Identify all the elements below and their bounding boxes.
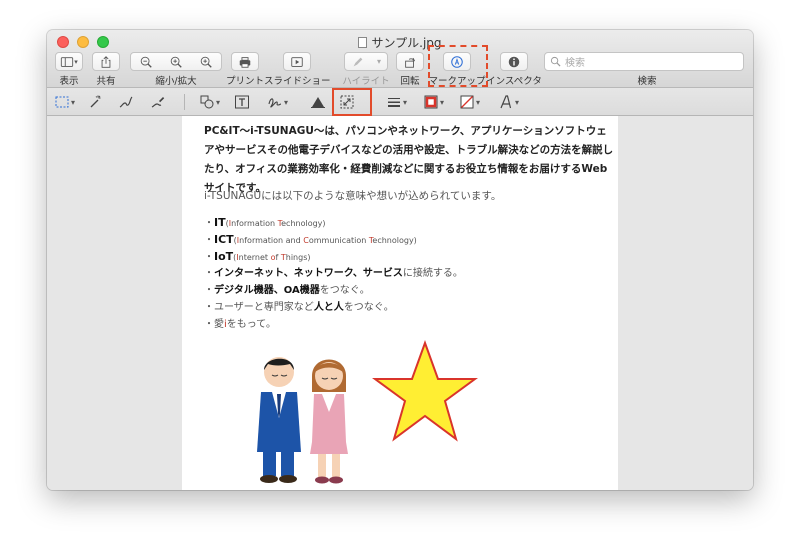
star-shape-annotation[interactable] xyxy=(372,340,478,442)
zoom-out-icon[interactable] xyxy=(139,55,153,69)
play-icon xyxy=(291,56,303,67)
draw-tool[interactable] xyxy=(150,93,166,111)
chevron-down-icon: ▾ xyxy=(284,97,289,107)
list-item: ・IT(Information Technology) xyxy=(204,216,326,229)
zoom-label: 縮小/拡大 xyxy=(155,76,197,87)
adjust-color-icon xyxy=(311,97,325,108)
text-tool[interactable] xyxy=(234,93,250,111)
inspector-label: インスペクタ xyxy=(486,76,542,87)
chevron-down-icon: ▾ xyxy=(376,57,381,66)
list-item: ・ICT(Information and Communication Techn… xyxy=(204,233,417,246)
inspector-button[interactable] xyxy=(500,52,528,71)
slideshow-label: スライドショー xyxy=(264,76,331,87)
chevron-down-icon: ▾ xyxy=(216,97,221,107)
search-label: 検索 xyxy=(637,76,657,87)
text-style-tool[interactable]: ▾ xyxy=(498,93,519,111)
list-item: ・ユーザーと専門家など人と人をつなぐ。 xyxy=(204,302,394,313)
meaning-paragraph: i-TSUNAGUには以下のような意味や想いが込められています。 xyxy=(204,190,502,202)
sketch-icon xyxy=(119,96,133,108)
shapes-icon xyxy=(200,95,214,109)
search-placeholder: 検索 xyxy=(565,58,585,69)
list-item: ・愛iをもって。 xyxy=(204,319,276,330)
search-icon xyxy=(550,56,561,67)
text-style-icon xyxy=(500,95,512,109)
list-item: ・インターネット、ネットワーク、サービスに接続する。 xyxy=(204,268,463,279)
border-color-tool[interactable]: ▾ xyxy=(423,93,444,111)
chevron-down-icon: ▾ xyxy=(74,57,78,66)
file-icon xyxy=(358,37,368,48)
meaning-list: ・IT(Information Technology) ・ICT(Informa… xyxy=(204,214,463,333)
text-box-icon xyxy=(235,95,249,109)
intro-paragraph: PC&IT〜i-TSUNAGU〜は、パソコンやネットワーク、アプリケーションソフ… xyxy=(204,125,614,194)
view-label: 表示 xyxy=(59,76,79,87)
adjust-color-tool[interactable] xyxy=(310,93,326,111)
adjust-size-highlight-box xyxy=(332,88,372,116)
document-viewport[interactable]: PC&IT〜i-TSUNAGU〜は、パソコンやネットワーク、アプリケーションソフ… xyxy=(47,116,753,490)
chevron-down-icon: ▾ xyxy=(515,97,520,107)
magic-wand-icon xyxy=(90,95,101,108)
print-label: プリント xyxy=(225,76,264,87)
printer-icon xyxy=(239,56,251,68)
share-button[interactable] xyxy=(92,52,120,71)
chevron-down-icon: ▾ xyxy=(476,97,481,107)
print-button[interactable] xyxy=(231,52,259,71)
draw-pen-icon xyxy=(151,97,165,108)
instant-alpha-tool[interactable] xyxy=(87,93,103,111)
preview-window: サンプル.jpg ▾ 表示 共有 縮小/拡大 プリント スライドショー ▾ ハイ… xyxy=(47,30,753,490)
chevron-down-icon: ▾ xyxy=(440,97,445,107)
highlighter-icon xyxy=(353,57,363,66)
list-item: ・IoT(Internet of Things) xyxy=(204,250,311,263)
selection-tool[interactable]: ▾ xyxy=(54,93,75,111)
highlight-label: ハイライト xyxy=(342,76,390,87)
sign-tool[interactable]: ▾ xyxy=(267,93,288,111)
share-icon xyxy=(101,55,111,68)
list-item: ・デジタル機器、OA機器をつなぐ。 xyxy=(204,285,370,296)
search-field[interactable]: 検索 xyxy=(544,52,744,71)
zoom-button-group xyxy=(130,52,222,71)
view-button[interactable]: ▾ xyxy=(55,52,83,71)
border-color-icon xyxy=(424,95,438,109)
sketch-tool[interactable] xyxy=(118,93,134,111)
rotate-icon xyxy=(405,57,416,68)
line-weight-icon xyxy=(388,98,400,107)
line-style-tool[interactable]: ▾ xyxy=(386,93,407,111)
business-people-illustration xyxy=(257,357,348,484)
info-icon xyxy=(508,56,520,67)
rotate-label: 回転 xyxy=(400,76,420,87)
chevron-down-icon: ▾ xyxy=(71,97,76,107)
markup-highlight-box xyxy=(428,45,488,87)
rect-select-icon xyxy=(55,96,69,108)
zoom-in-icon[interactable] xyxy=(199,55,213,69)
chevron-down-icon: ▾ xyxy=(403,97,408,107)
shapes-tool[interactable]: ▾ xyxy=(199,93,220,111)
slideshow-button[interactable] xyxy=(283,52,311,71)
window-title: サンプル.jpg xyxy=(47,34,753,51)
rotate-button[interactable] xyxy=(396,52,424,71)
markup-toolbar: ▾ ▾ ▾ ▾ ▾ ▾ ▾ xyxy=(47,88,753,116)
toolbar-divider xyxy=(184,94,185,110)
share-label: 共有 xyxy=(96,76,116,87)
fill-color-icon xyxy=(460,95,474,109)
title-bar: サンプル.jpg ▾ 表示 共有 縮小/拡大 プリント スライドショー ▾ ハイ… xyxy=(47,30,753,88)
highlight-button[interactable]: ▾ xyxy=(344,52,388,71)
actual-size-icon[interactable] xyxy=(169,55,183,69)
signature-icon xyxy=(268,98,282,108)
sidebar-icon xyxy=(61,56,74,67)
fill-color-tool[interactable]: ▾ xyxy=(459,93,480,111)
